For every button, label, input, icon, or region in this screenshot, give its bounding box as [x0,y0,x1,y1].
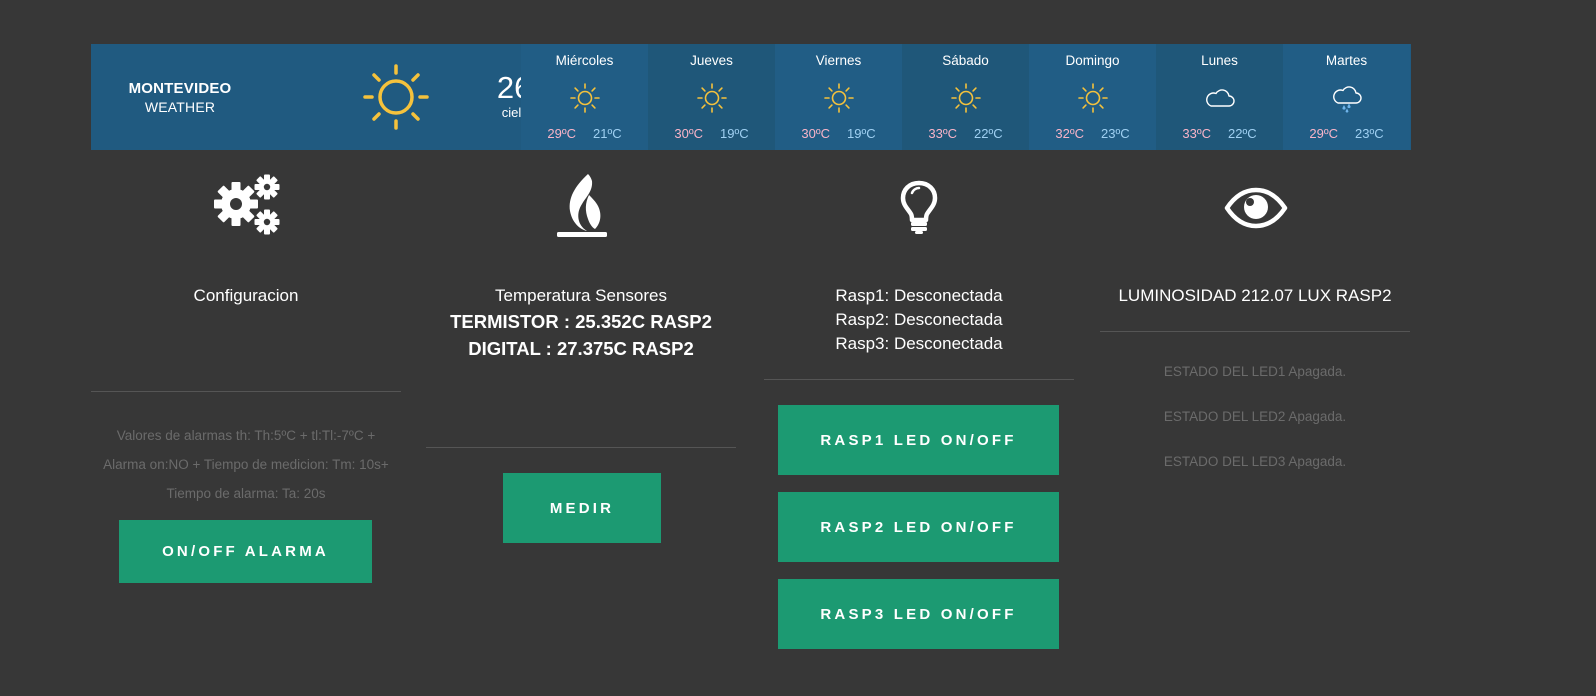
day-low: 21ºC [593,126,622,141]
forecast-day: Viernes 30ºC 19ºC [775,44,902,150]
temperature-title: Temperatura Sensores [495,286,667,305]
led1-status: ESTADO DEL LED1 Apagada. [1163,364,1347,379]
day-name: Miércoles [555,53,614,68]
forecast-day: Sábado 33ºC 22ºC [902,44,1029,150]
lightbulb-icon [900,180,938,234]
led2-status: ESTADO DEL LED2 Apagada. [1163,409,1347,424]
city-name: MONTEVIDEO [128,80,232,97]
day-low: 23ºC [1101,126,1130,141]
forecast-day: Martes 29ºC 23ºC [1283,44,1410,150]
day-name: Domingo [1065,53,1120,68]
rasp2-led-toggle-button[interactable]: RASP2 LED ON/OFF [778,492,1059,562]
day-high: 32ºC [1055,126,1084,141]
divider [91,391,401,392]
day-high: 29ºC [547,126,576,141]
config-title: Configuracion [193,286,299,305]
sun-icon [363,64,429,130]
rasp3-led-toggle-button[interactable]: RASP3 LED ON/OFF [778,579,1059,649]
sun-icon [569,83,600,113]
rasp3-status: Rasp3: Desconectada [835,334,1003,353]
weather-city: MONTEVIDEO WEATHER [91,80,269,116]
rasp-status-list: Rasp1: Desconectada Rasp2: Desconectada … [764,284,1074,356]
alarm-text-line: Valores de alarmas th: Th:5ºC + tl:Tl:-7… [116,428,376,443]
day-name: Sábado [942,53,989,68]
day-high: 29ºC [1309,126,1338,141]
sun-icon [1077,83,1108,113]
forecast-day: Domingo 32ºC 23ºC [1029,44,1156,150]
alarm-values-text: Valores de alarmas th: Th:5ºC + tl:Tl:-7… [91,421,401,508]
divider [426,447,736,448]
rasp1-status: Rasp1: Desconectada [835,286,1003,305]
day-name: Jueves [690,53,733,68]
alarm-text-line: Alarma on:NO + Tiempo de medicion: Tm: 1… [103,457,389,472]
rasp2-status: Rasp2: Desconectada [835,310,1003,329]
weather-widget: MONTEVIDEO WEATHER 26ºC cielo claro Miér… [91,44,1411,150]
cloud-rain-icon [1332,86,1362,113]
day-low: 19ºC [847,126,876,141]
measure-button[interactable]: MEDIR [503,473,661,543]
alarm-text-line: Tiempo de alarma: Ta: 20s [166,486,326,501]
day-low: 19ºC [720,126,749,141]
cloud-icon [1205,89,1235,107]
forecast-day: Jueves 30ºC 19ºC [648,44,775,150]
sun-icon [950,83,981,113]
rasp1-led-toggle-button[interactable]: RASP1 LED ON/OFF [778,405,1059,475]
divider [1100,331,1410,332]
day-high: 33ºC [928,126,957,141]
day-high: 30ºC [674,126,703,141]
day-name: Martes [1325,53,1368,68]
led-status-list: ESTADO DEL LED1 Apagada. ESTADO DEL LED2… [1100,361,1410,473]
day-low: 22ºC [974,126,1003,141]
day-high: 33ºC [1182,126,1211,141]
day-name: Lunes [1201,53,1238,68]
sun-icon [696,83,727,113]
day-high: 30ºC [801,126,830,141]
alarm-toggle-button[interactable]: ON/OFF ALARMA [119,520,372,583]
city-subtitle: WEATHER [144,99,216,115]
forecast-day: Lunes 33ºC 22ºC [1156,44,1283,150]
led3-status: ESTADO DEL LED3 Apagada. [1163,454,1347,469]
fire-icon [557,174,607,237]
digital-reading: DIGITAL : 27.375C RASP2 [468,338,694,359]
forecast-days: Miércoles 29ºC 21ºC Jueves 30ºC 19ºC Vie… [521,44,1410,150]
temperature-panel: Temperatura Sensores TERMISTOR : 25.352C… [426,284,736,362]
day-low: 23ºC [1355,126,1384,141]
luminosity-reading: LUMINOSIDAD 212.07 LUX RASP2 [1118,286,1392,305]
day-low: 22ºC [1228,126,1257,141]
day-name: Viernes [815,53,862,68]
termistor-reading: TERMISTOR : 25.352C RASP2 [450,311,712,332]
divider [764,379,1074,380]
eye-icon [1224,187,1288,229]
forecast-day: Miércoles 29ºC 21ºC [521,44,648,150]
sun-icon [823,83,854,113]
gears-icon [214,174,280,235]
